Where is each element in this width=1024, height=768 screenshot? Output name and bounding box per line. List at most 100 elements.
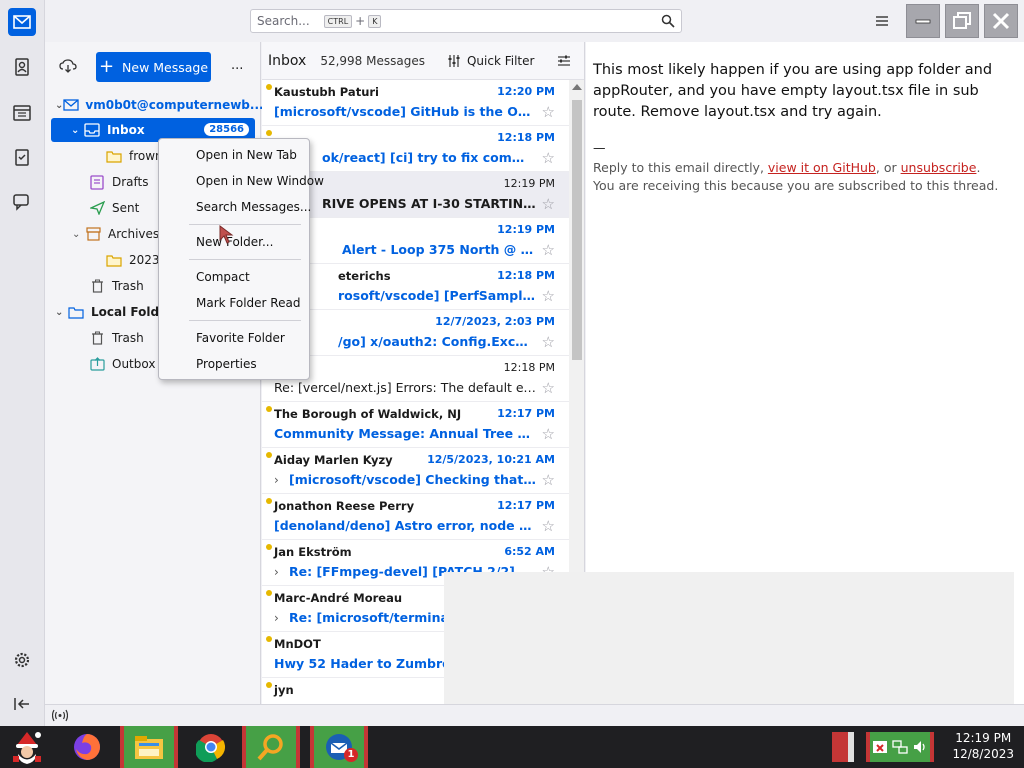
unread-dot bbox=[266, 544, 272, 550]
scroll-up-arrow[interactable] bbox=[572, 84, 582, 90]
new-message-button[interactable]: + New Message bbox=[96, 52, 211, 82]
tasks-button[interactable] bbox=[8, 143, 36, 171]
message-subject: [microsoft/vscode] Checking that the... bbox=[289, 472, 536, 487]
message-row[interactable]: The Borough of Waldwick, NJ 12:17 PM Com… bbox=[262, 402, 569, 448]
unread-dot bbox=[266, 84, 272, 90]
view-on-github-link[interactable]: view it on GitHub bbox=[768, 160, 876, 175]
firefox-taskbar-button[interactable] bbox=[64, 726, 110, 768]
chevron-down-icon: ⌄ bbox=[72, 228, 81, 240]
star-icon[interactable]: ☆ bbox=[542, 425, 555, 443]
settings-button[interactable] bbox=[8, 646, 36, 674]
search-placeholder: Search... bbox=[257, 14, 310, 28]
security-warning-icon[interactable] bbox=[872, 739, 888, 755]
thread-chevron-icon[interactable]: › bbox=[274, 473, 279, 487]
message-row[interactable]: Kaustubh Paturi 12:20 PM [microsoft/vsco… bbox=[262, 80, 569, 126]
message-date: 12:19 PM bbox=[503, 177, 555, 190]
account-icon bbox=[63, 97, 80, 113]
star-icon[interactable]: ☆ bbox=[542, 471, 555, 489]
kbd-k: K bbox=[368, 14, 382, 28]
star-icon[interactable]: ☆ bbox=[542, 333, 555, 351]
menu-item-search-messages[interactable]: Search Messages... bbox=[196, 200, 311, 214]
file-explorer-icon bbox=[135, 736, 163, 759]
star-icon[interactable]: ☆ bbox=[542, 517, 555, 535]
trash-icon bbox=[88, 330, 106, 346]
folder-outbox[interactable]: Outbox bbox=[88, 352, 155, 376]
quick-filter-button[interactable]: Quick Filter bbox=[447, 54, 534, 68]
list-display-options-button[interactable] bbox=[557, 54, 571, 71]
folder-label: 2023 bbox=[129, 253, 160, 267]
menu-item-properties[interactable]: Properties bbox=[196, 357, 257, 371]
star-icon[interactable]: ☆ bbox=[542, 149, 555, 167]
taskbar: 1 12:19 PM 12/8/2023 bbox=[0, 726, 1024, 768]
scrollbar-thumb[interactable] bbox=[572, 100, 582, 360]
menu-item-open-new-window[interactable]: Open in New Window bbox=[196, 174, 324, 188]
calendar-button[interactable] bbox=[8, 98, 36, 126]
sent-icon bbox=[88, 200, 106, 216]
minimize-button[interactable] bbox=[906, 4, 940, 38]
unread-dot bbox=[266, 498, 272, 504]
menu-item-compact[interactable]: Compact bbox=[196, 270, 250, 284]
inbox-label: Inbox bbox=[107, 123, 145, 137]
folder-2023[interactable]: 2023 bbox=[105, 248, 160, 272]
tray-indicator[interactable] bbox=[832, 732, 854, 762]
message-subject: rosoft/vscode] [PerfSampleEr... bbox=[338, 288, 536, 303]
local-folder-icon bbox=[67, 304, 85, 320]
search-tool-taskbar-button[interactable] bbox=[242, 726, 300, 768]
folder-label: Trash bbox=[112, 279, 144, 293]
account-row[interactable]: ⌄ vm0b0t@computernewb... bbox=[55, 93, 264, 117]
search-input[interactable]: Search... CTRL + K bbox=[250, 9, 682, 33]
start-button[interactable] bbox=[4, 726, 50, 768]
unread-dot bbox=[266, 452, 272, 458]
thread-chevron-icon[interactable]: › bbox=[274, 565, 279, 579]
archive-icon bbox=[84, 226, 102, 242]
folder-trash[interactable]: Trash bbox=[88, 274, 144, 298]
folder-pane-menu-button[interactable]: ... bbox=[231, 58, 243, 73]
address-book-button[interactable] bbox=[8, 53, 36, 81]
taskbar-clock[interactable]: 12:19 PM 12/8/2023 bbox=[952, 730, 1014, 762]
folder-label: Local Folde bbox=[91, 305, 168, 319]
message-row[interactable]: Aiday Marlen Kyzy 12/5/2023, 10:21 AM › … bbox=[262, 448, 569, 494]
menu-item-favorite-folder[interactable]: Favorite Folder bbox=[196, 331, 285, 345]
mail-space-button[interactable] bbox=[8, 8, 36, 36]
chrome-taskbar-button[interactable] bbox=[188, 726, 234, 768]
volume-icon[interactable] bbox=[912, 739, 928, 755]
online-status-icon[interactable] bbox=[52, 709, 68, 722]
kbd-plus: + bbox=[355, 14, 366, 28]
message-subject: Re: [vercel/next.js] Errors: The default… bbox=[274, 380, 536, 395]
menu-item-open-new-tab[interactable]: Open in New Tab bbox=[196, 148, 297, 162]
chat-button[interactable] bbox=[8, 188, 36, 216]
collapse-spaces-button[interactable] bbox=[8, 690, 36, 718]
message-date: 12/5/2023, 10:21 AM bbox=[427, 453, 555, 466]
thread-chevron-icon[interactable]: › bbox=[274, 611, 279, 625]
star-icon[interactable]: ☆ bbox=[542, 195, 555, 213]
menu-item-mark-folder-read[interactable]: Mark Folder Read bbox=[196, 296, 300, 310]
star-icon[interactable]: ☆ bbox=[542, 379, 555, 397]
message-sender: Jan Ekström bbox=[274, 545, 352, 559]
menu-separator bbox=[189, 224, 301, 225]
plus-icon: + bbox=[98, 56, 115, 77]
get-messages-button[interactable] bbox=[59, 58, 77, 77]
folder-sent[interactable]: Sent bbox=[88, 196, 139, 220]
network-icon[interactable] bbox=[892, 739, 908, 755]
app-menu-button[interactable] bbox=[865, 4, 899, 38]
tasks-icon bbox=[15, 149, 29, 166]
folder-label: Archives bbox=[108, 227, 160, 241]
santa-start-icon bbox=[13, 732, 41, 764]
restore-button[interactable] bbox=[945, 4, 979, 38]
message-row[interactable]: Jonathon Reese Perry 12:17 PM [denoland/… bbox=[262, 494, 569, 540]
star-icon[interactable]: ☆ bbox=[542, 103, 555, 121]
folder-local-trash[interactable]: Trash bbox=[88, 326, 144, 350]
folder-frown[interactable]: frown bbox=[105, 144, 163, 168]
folder-drafts[interactable]: Drafts bbox=[88, 170, 149, 194]
message-date: 12:17 PM bbox=[497, 499, 555, 512]
notification-badge: 1 bbox=[344, 748, 358, 762]
unsubscribe-link[interactable]: unsubscribe bbox=[901, 160, 977, 175]
file-explorer-taskbar-button[interactable] bbox=[120, 726, 178, 768]
thunderbird-taskbar-button[interactable]: 1 bbox=[310, 726, 368, 768]
local-folders-row[interactable]: ⌄ Local Folde bbox=[55, 300, 167, 324]
message-date: 12:20 PM bbox=[497, 85, 555, 98]
close-button[interactable] bbox=[984, 4, 1018, 38]
star-icon[interactable]: ☆ bbox=[542, 241, 555, 259]
folder-archives[interactable]: ⌄ Archives bbox=[72, 222, 159, 246]
star-icon[interactable]: ☆ bbox=[542, 287, 555, 305]
